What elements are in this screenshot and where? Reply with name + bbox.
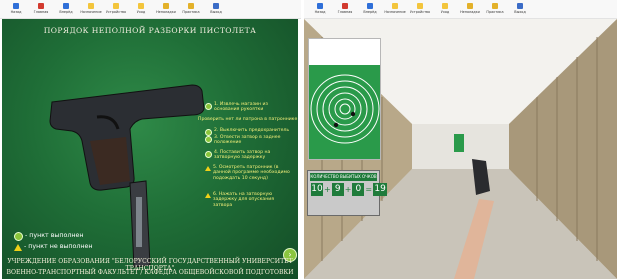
pistol-image (49, 84, 205, 191)
page-title: ПОРЯДОК НЕПОЛНОЙ РАЗБОРКИ ПИСТОЛЕТА (43, 26, 257, 35)
left-toolbar: Назад Главная Вперёд Назначение Устройст… (0, 0, 301, 19)
toolbar-home-button[interactable]: Главная (333, 0, 357, 18)
bullet-hole (333, 122, 339, 128)
legend-not-done: - пункт не выполнен (14, 243, 93, 251)
toolbar-faults-button[interactable]: Неполадки (154, 0, 178, 18)
right-window: Назад Главная Вперёд Назначение Устройст… (304, 0, 617, 279)
legend-done: - пункт выполнен (14, 231, 84, 241)
folder-icon (113, 3, 119, 9)
score-row: 10 + 9 + 0 = 19 (311, 183, 388, 196)
toolbar-purpose-button[interactable]: Назначение (79, 0, 103, 18)
step-1: 1. Извлечь магазин из основания рукоятки (205, 102, 291, 113)
target-card (308, 38, 381, 160)
toolbar-device-button[interactable]: Устройство (408, 0, 432, 18)
back-icon (13, 3, 19, 9)
folder-icon (163, 3, 169, 9)
forward-icon (367, 3, 373, 9)
equals-sign: = (365, 185, 373, 194)
score-title: КОЛИЧЕСТВО ВЫБИТЫХ ОЧКОВ (310, 173, 377, 181)
folder-icon (467, 3, 473, 9)
bullet-hole (350, 111, 356, 117)
toolbar-forward-button[interactable]: Вперёд (358, 0, 382, 18)
total-score: 19 (373, 183, 388, 196)
warning-icon (205, 165, 211, 171)
folder-icon (88, 3, 94, 9)
home-icon (342, 3, 348, 9)
toolbar-practice-button[interactable]: Практика (483, 0, 507, 18)
folder-icon (392, 3, 398, 9)
footer-line-2: ВОЕННО-ТРАНСПОРТНЫЙ ФАКУЛЬТЕТ / КАФЕДРА … (6, 269, 294, 276)
toolbar-faults-button[interactable]: Неполадки (458, 0, 482, 18)
exit-icon (213, 3, 219, 9)
shot-3-score: 0 (352, 183, 365, 196)
warning-icon (14, 243, 22, 251)
step-3: 3. Отвести затвор в заднее положение (205, 135, 291, 146)
plus-sign: + (344, 185, 352, 194)
toolbar-back-button[interactable]: Назад (308, 0, 332, 18)
toolbar-back-button[interactable]: Назад (4, 0, 28, 18)
folder-icon (492, 3, 498, 9)
check-icon (14, 231, 23, 241)
step-5: 5. Осмотреть патронник (в данной програм… (205, 165, 291, 181)
shot-1-score: 10 (311, 183, 323, 196)
toolbar-practice-button[interactable]: Практика (179, 0, 203, 18)
exit-icon (517, 3, 523, 9)
toolbar-purpose-button[interactable]: Назначение (383, 0, 407, 18)
score-panel: КОЛИЧЕСТВО ВЫБИТЫХ ОЧКОВ 10 + 9 + 0 = 19 (307, 170, 388, 216)
step-check-chamber: Проверить нет ли патрона в патроннике (198, 117, 298, 122)
toolbar-forward-button[interactable]: Вперёд (54, 0, 78, 18)
toolbar-home-button[interactable]: Главная (29, 0, 53, 18)
step-4: 4. Поставить затвор на затворную задержк… (205, 150, 291, 161)
folder-icon (442, 3, 448, 9)
distant-target (454, 134, 464, 152)
folder-icon (417, 3, 423, 9)
plus-sign: + (324, 185, 331, 194)
folder-icon (138, 3, 144, 9)
toolbar-device-button[interactable]: Устройство (104, 0, 128, 18)
toolbar-care-button[interactable]: Уход (433, 0, 457, 18)
check-icon (205, 150, 212, 158)
forward-icon (63, 3, 69, 9)
home-icon (38, 3, 44, 9)
left-window: Назад Главная Вперёд Назначение Устройст… (0, 0, 301, 279)
shooting-range-panel: КОЛИЧЕСТВО ВЫБИТЫХ ОЧКОВ 10 + 9 + 0 = 19 (304, 19, 617, 279)
toolbar-care-button[interactable]: Уход (129, 0, 153, 18)
step-6: 6. Нажать на затворную задержку для опус… (205, 192, 291, 208)
right-toolbar: Назад Главная Вперёд Назначение Устройст… (304, 0, 617, 19)
shot-2-score: 9 (331, 183, 344, 196)
toolbar-exit-button[interactable]: Выход (508, 0, 532, 18)
check-icon (205, 102, 212, 110)
back-icon (317, 3, 323, 9)
target-rings (309, 65, 380, 159)
check-icon (205, 135, 212, 143)
disassembly-panel: ПОРЯДОК НЕПОЛНОЙ РАЗБОРКИ ПИСТОЛЕТА 1. И… (2, 19, 298, 279)
folder-icon (188, 3, 194, 9)
toolbar-exit-button[interactable]: Выход (204, 0, 228, 18)
warning-icon (205, 192, 211, 198)
